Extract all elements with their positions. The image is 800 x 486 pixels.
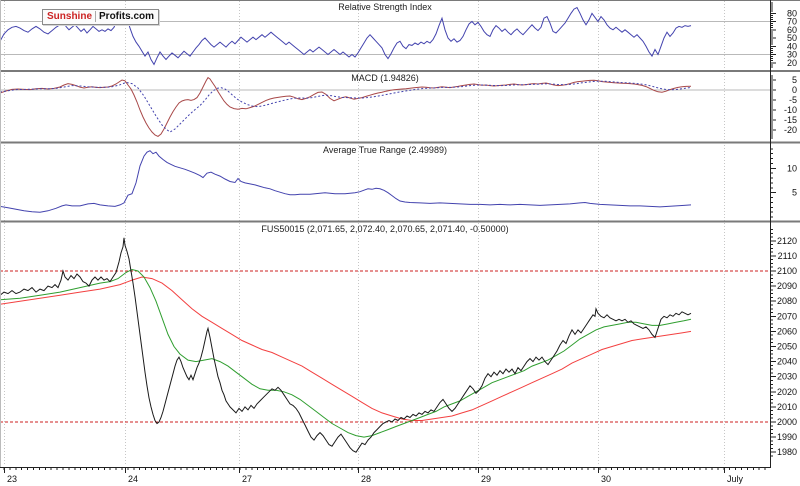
y-tick-label: -20 <box>784 125 797 135</box>
panel-macd: 50-5-10-15-20 <box>0 75 797 139</box>
y-tick-label: 2050 <box>777 342 797 352</box>
y-tick-label: 2030 <box>777 372 797 382</box>
y-tick-label: 2090 <box>777 281 797 291</box>
y-tick-label: 2060 <box>777 326 797 336</box>
y-tick-label: 2110 <box>778 251 797 261</box>
logo-suffix-text: Profits.com <box>95 11 155 22</box>
y-tick-label: -5 <box>789 95 797 105</box>
x-tick-label: 23 <box>7 474 17 484</box>
series-MACD <box>0 76 692 137</box>
y-tick-label: -15 <box>784 115 797 125</box>
y-tick-label: 1990 <box>777 432 797 442</box>
x-tick-label: 30 <box>601 474 611 484</box>
y-tick-label: 0 <box>792 85 797 95</box>
y-tick-label: 2010 <box>777 402 797 412</box>
x-tick-label: 29 <box>481 474 491 484</box>
series-Signal <box>0 80 692 133</box>
series-ATR <box>0 150 692 213</box>
sunshineprofits-logo[interactable]: Sunshine Profits.com <box>42 9 160 25</box>
x-tick-label: 24 <box>128 474 138 484</box>
x-tick-label: 27 <box>242 474 252 484</box>
trading-chart-window: 80 70 60 50 40 30 20 5 0 -5 -10 -15 -20 10 5 2120 2110 21… <box>0 0 800 486</box>
logo-brand-text: Sunshine <box>47 11 93 22</box>
series-FUS50015 <box>0 237 692 453</box>
panel-atr: 10 5 <box>0 148 797 218</box>
y-tick-label: -10 <box>784 105 797 115</box>
x-tick-label: 28 <box>361 474 371 484</box>
y-tick-label: 2000 <box>777 417 797 427</box>
y-tick-label: 2040 <box>777 357 797 367</box>
y-tick-label: 10 <box>787 163 797 173</box>
y-tick-label: 2020 <box>777 387 797 397</box>
y-tick-label: 2080 <box>777 296 797 306</box>
y-tick-label: 2070 <box>777 311 797 321</box>
panel-price: 2120 2110 2100 2090 2080 2070 2060 2050 2040 2030… <box>0 229 797 457</box>
y-tick-label: 20 <box>787 58 797 68</box>
y-tick-label: 2100 <box>777 266 797 276</box>
series-MA-slow <box>0 276 692 421</box>
series-MA-fast <box>0 268 692 438</box>
y-tick-label: 1980 <box>777 447 797 457</box>
chart-svg: 8070605040302050-5-10-15-201052120211021… <box>0 0 800 484</box>
y-tick-label: 5 <box>792 75 797 85</box>
x-tick-label: July <box>727 474 744 484</box>
y-tick-label: 2120 <box>777 236 797 246</box>
y-tick-label: 5 <box>792 188 797 198</box>
